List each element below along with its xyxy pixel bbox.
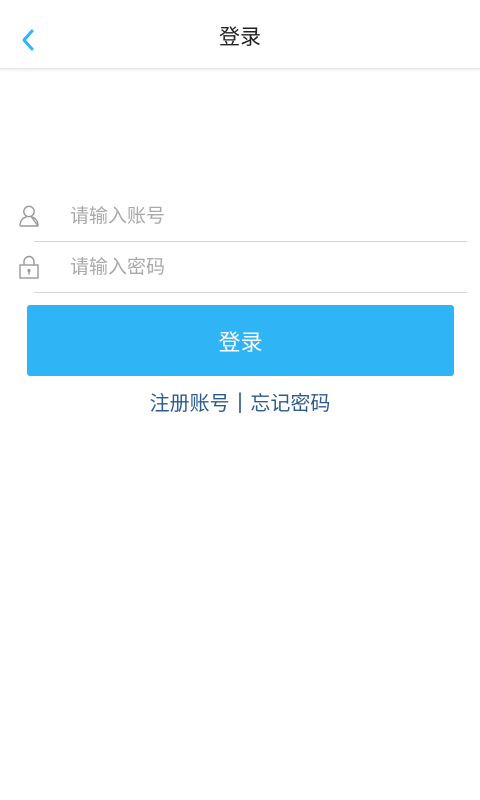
password-field[interactable] (0, 242, 480, 292)
app-header: 登录 (0, 0, 480, 69)
page-title: 登录 (219, 25, 261, 49)
lock-icon (17, 254, 41, 280)
login-button[interactable]: 登录 (27, 305, 454, 376)
register-link[interactable]: 注册账号 (150, 387, 230, 416)
account-input[interactable] (70, 191, 460, 241)
forgot-password-link[interactable]: 忘记密码 (250, 387, 330, 416)
user-icon (17, 203, 41, 229)
password-input[interactable] (70, 242, 460, 292)
account-field[interactable] (0, 191, 480, 241)
login-page: 登录 登录 注册账号 | 忘记密码 (0, 0, 480, 800)
account-links: 注册账号 | 忘记密码 (0, 386, 480, 416)
password-divider (34, 292, 467, 293)
links-separator: | (236, 389, 244, 413)
